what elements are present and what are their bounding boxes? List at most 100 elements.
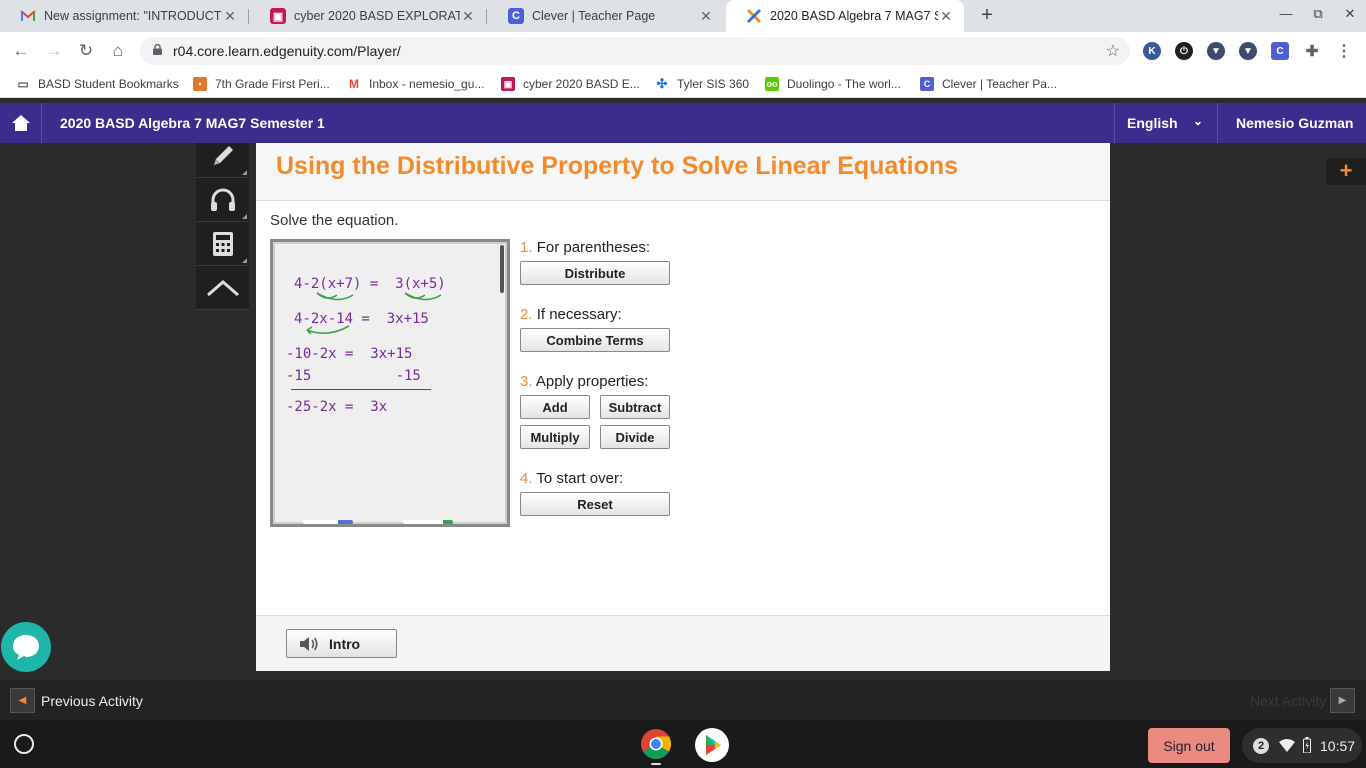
- activity-nav: ◀ Previous Activity Next Activity ▶: [0, 680, 1366, 720]
- subtract-button[interactable]: Subtract: [600, 395, 670, 419]
- expand-corner: [242, 214, 247, 219]
- next-activity-arrow[interactable]: ▶: [1330, 688, 1355, 713]
- edgenuity-icon: [746, 8, 762, 24]
- tyler-icon: ✣: [656, 76, 668, 91]
- chat-button[interactable]: [1, 622, 51, 672]
- add-button[interactable]: Add: [520, 395, 590, 419]
- bookmark-item[interactable]: ✣ Tyler SIS 360: [655, 75, 750, 93]
- tool-panel: [196, 143, 249, 310]
- green-marker[interactable]: [403, 520, 453, 524]
- restore-icon[interactable]: ⧉: [1306, 6, 1330, 22]
- speaker-icon: [300, 636, 318, 651]
- extensions-puzzle-icon[interactable]: ✚: [1303, 42, 1321, 60]
- tab-edgenuity[interactable]: 2020 BASD Algebra 7 MAG7 Sem ✕: [726, 0, 964, 32]
- calculator-tool[interactable]: [196, 222, 249, 266]
- user-name[interactable]: Nemesio Guzman: [1236, 115, 1353, 131]
- sign-out-button[interactable]: Sign out: [1148, 728, 1230, 763]
- minimize-icon[interactable]: —: [1274, 6, 1298, 21]
- gmail-icon: M: [349, 77, 359, 91]
- bookmark-item[interactable]: M Inbox - nemesio_gu...: [347, 75, 484, 93]
- url-text: r04.core.learn.edgenuity.com/Player/: [173, 43, 401, 59]
- tab-label: New assignment: "INTRODUCTIO: [44, 9, 222, 23]
- bookmark-item[interactable]: oo Duolingo - The worl...: [765, 75, 901, 93]
- whiteboard: 4-2(x+7) = 3(x+5) 4-2x-14 = 3x+15 -10-2x…: [270, 239, 510, 527]
- lesson-titlebar: Using the Distributive Property to Solve…: [256, 143, 1110, 201]
- tab-cyber[interactable]: ▣ cyber 2020 BASD EXPLORATORY ✕: [250, 0, 486, 32]
- classroom-icon: ▣: [270, 8, 286, 24]
- clock: 10:57: [1320, 738, 1356, 754]
- address-bar[interactable]: r04.core.learn.edgenuity.com/Player/ ☆: [140, 37, 1130, 65]
- status-tray[interactable]: 2 10:57: [1242, 728, 1362, 763]
- home-icon[interactable]: ⌂: [107, 40, 129, 62]
- reload-icon[interactable]: ↻: [75, 40, 97, 62]
- window-close-icon[interactable]: ✕: [1338, 6, 1362, 22]
- whiteboard-scrollbar[interactable]: [500, 245, 504, 293]
- pencil-tool[interactable]: [196, 134, 249, 178]
- step-1: 1. For parentheses:: [520, 239, 651, 256]
- bookmark-item[interactable]: ▣ cyber 2020 BASD E...: [501, 75, 640, 93]
- expand-corner: [242, 170, 247, 175]
- close-icon[interactable]: ✕: [938, 8, 954, 25]
- bookmark-item[interactable]: C Clever | Teacher Pa...: [920, 75, 1057, 93]
- bookmark-star-icon[interactable]: ☆: [1106, 41, 1120, 61]
- distribute-button[interactable]: Distribute: [520, 261, 670, 285]
- clever-extension-icon[interactable]: C: [1271, 42, 1289, 60]
- briefcase-icon: ▪: [193, 77, 207, 91]
- bookmark-item[interactable]: ▪ 7th Grade First Peri...: [193, 75, 330, 93]
- bookmark-label: cyber 2020 BASD E...: [523, 77, 640, 91]
- previous-activity-arrow[interactable]: ◀: [10, 688, 35, 713]
- next-activity-link[interactable]: Next Activity: [1250, 693, 1326, 709]
- notification-count: 2: [1253, 738, 1269, 754]
- tab-clever[interactable]: C Clever | Teacher Page ✕: [488, 0, 724, 32]
- tab-gmail[interactable]: New assignment: "INTRODUCTIO ✕: [0, 0, 248, 32]
- clever-icon: C: [508, 8, 524, 24]
- lesson-title: Using the Distributive Property to Solve…: [276, 152, 959, 180]
- shield-extension-icon[interactable]: ▼: [1207, 42, 1225, 60]
- shield-extension-2-icon[interactable]: ▼: [1239, 42, 1257, 60]
- play-store-app-icon[interactable]: [695, 728, 729, 762]
- expand-plus-button[interactable]: +: [1326, 158, 1366, 185]
- battery-icon: [1303, 737, 1311, 753]
- back-icon[interactable]: ←: [10, 40, 32, 62]
- menu-kebab-icon[interactable]: ⋮: [1335, 42, 1353, 60]
- equation-line: -15 -15: [286, 368, 421, 384]
- reset-button[interactable]: Reset: [520, 492, 670, 516]
- home-button[interactable]: [0, 103, 42, 143]
- k-extension-icon[interactable]: K: [1143, 42, 1161, 60]
- close-icon[interactable]: ✕: [222, 8, 238, 25]
- multiply-button[interactable]: Multiply: [520, 425, 590, 449]
- chrome-app-icon[interactable]: [640, 728, 672, 760]
- forward-icon[interactable]: →: [43, 40, 65, 62]
- bookmark-item[interactable]: ▭ BASD Student Bookmarks: [16, 75, 178, 93]
- gmail-icon: [20, 8, 36, 24]
- wifi-icon: [1279, 739, 1295, 752]
- combine-terms-button[interactable]: Combine Terms: [520, 328, 670, 352]
- equation-line: -25-2x = 3x: [286, 399, 388, 415]
- tab-label: Clever | Teacher Page: [532, 9, 656, 23]
- launcher-icon[interactable]: [14, 734, 34, 754]
- caret-up-icon: [206, 279, 239, 296]
- tab-label: 2020 BASD Algebra 7 MAG7 Sem: [770, 9, 938, 23]
- language-select[interactable]: English ⌄: [1114, 103, 1218, 143]
- chat-bubble-icon: [13, 635, 39, 660]
- step-3: 3. Apply properties:: [520, 373, 649, 390]
- classroom-icon: ▣: [501, 77, 515, 91]
- close-icon[interactable]: ✕: [698, 8, 714, 25]
- lesson-frame: Using the Distributive Property to Solve…: [256, 143, 1110, 671]
- intro-button[interactable]: Intro: [286, 629, 397, 658]
- browser-toolbar: ← → ↻ ⌂ r04.core.learn.edgenuity.com/Pla…: [0, 32, 1366, 70]
- play-triangle-icon: [706, 735, 721, 755]
- previous-activity-link[interactable]: Previous Activity: [41, 693, 143, 709]
- course-title: 2020 BASD Algebra 7 MAG7 Semester 1: [60, 115, 325, 131]
- expand-corner: [242, 258, 247, 263]
- close-icon[interactable]: ✕: [460, 8, 476, 25]
- power-extension-icon[interactable]: ⏻: [1175, 42, 1193, 60]
- audio-tool[interactable]: [196, 178, 249, 222]
- bookmark-label: Tyler SIS 360: [677, 77, 750, 91]
- divide-button[interactable]: Divide: [600, 425, 670, 449]
- step-4: 4. To start over:: [520, 470, 624, 487]
- bookmark-label: Clever | Teacher Pa...: [942, 77, 1057, 91]
- collapse-tool[interactable]: [196, 266, 249, 310]
- new-tab-button[interactable]: +: [976, 4, 998, 26]
- blue-marker[interactable]: [303, 520, 353, 524]
